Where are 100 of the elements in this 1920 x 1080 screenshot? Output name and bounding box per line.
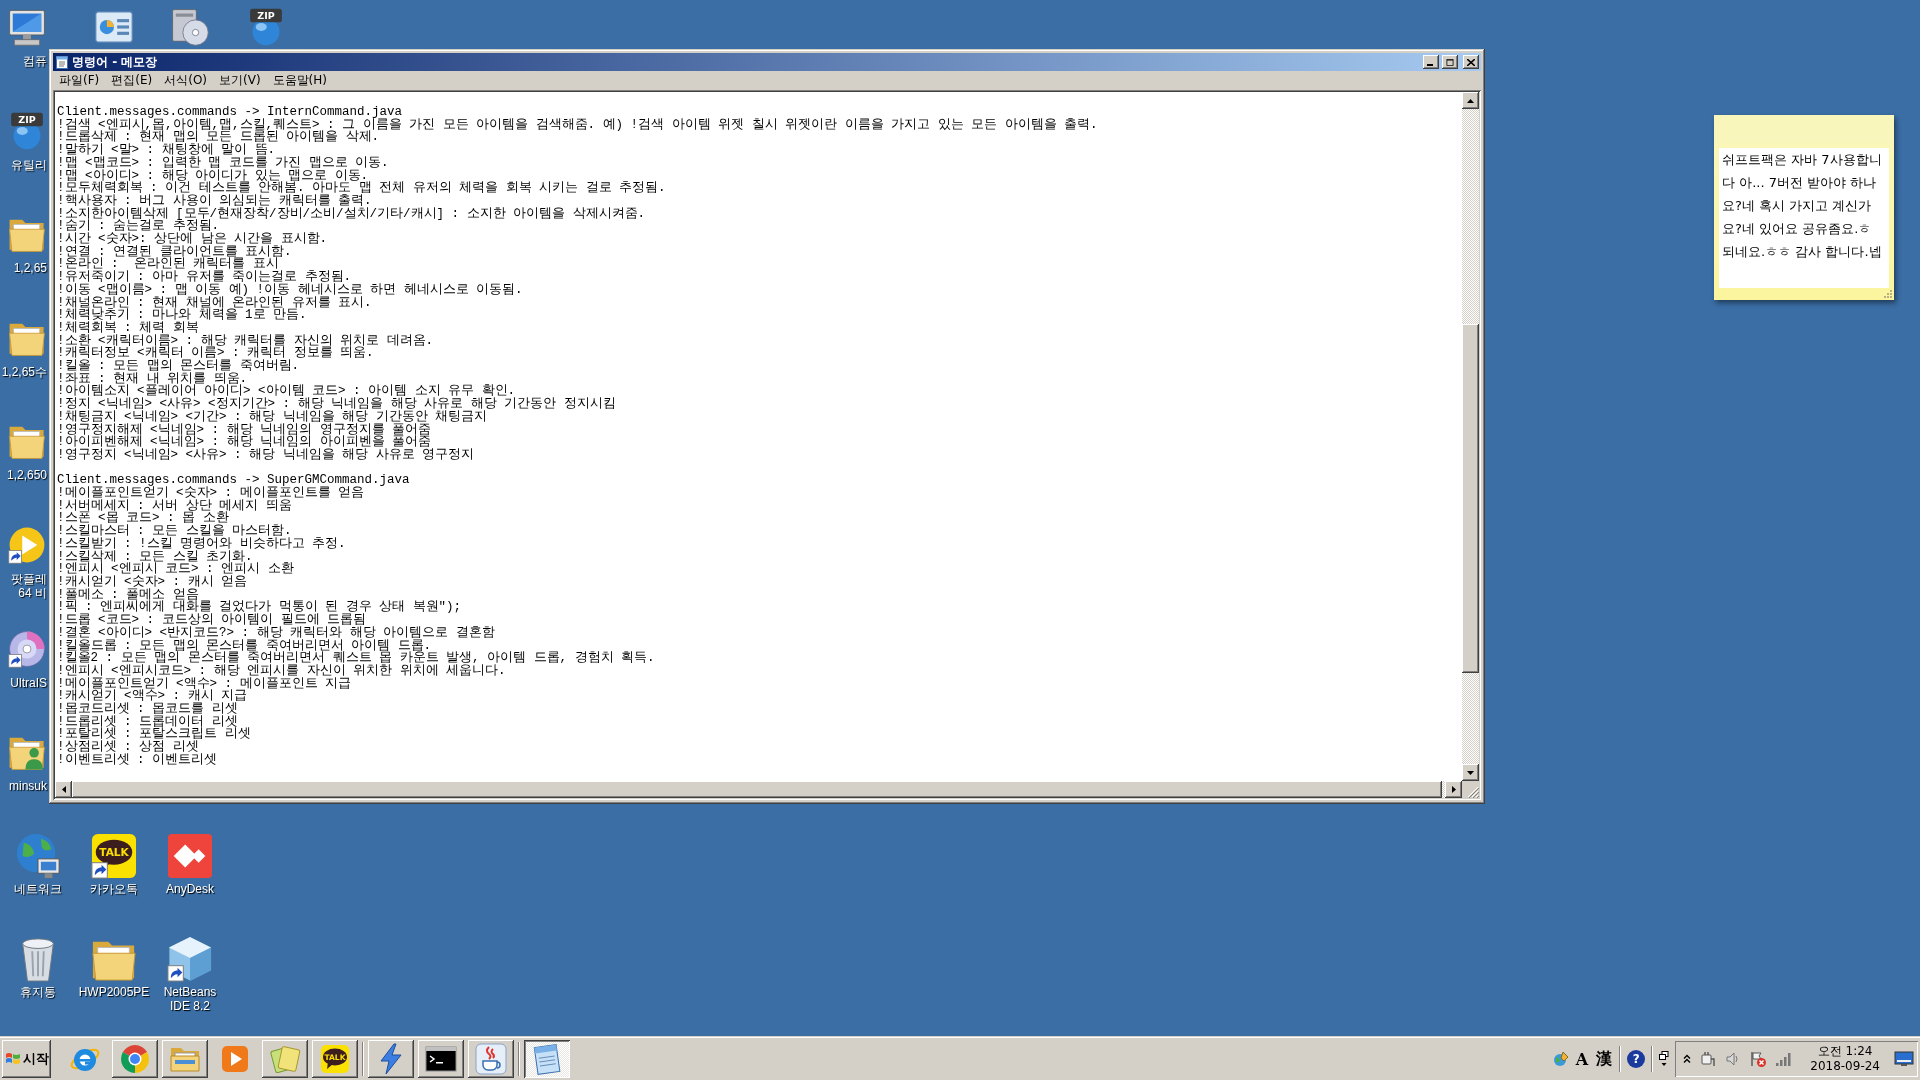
- signal-bars-icon[interactable]: [1775, 1051, 1792, 1067]
- text-line: !영구정지 <닉네임> <사유> : 해당 닉네임을 해당 사유로 영구정지: [57, 449, 475, 462]
- globe-icon[interactable]: [15, 832, 61, 879]
- terminal-icon: [425, 1043, 457, 1075]
- menu-item[interactable]: 도움말(H): [266, 71, 333, 90]
- maximize-icon: [1446, 58, 1454, 66]
- resize-grip-icon[interactable]: [1884, 290, 1892, 298]
- icon-label: 팟플레 64 비: [10, 571, 47, 600]
- disc-icon[interactable]: [8, 629, 46, 668]
- text-line: !정지 <닉네임> <사유> <정지기간> : 해당 닉네임을 해당 사유로 해당 기간동안 정지시킴: [57, 398, 616, 411]
- resize-grip-icon[interactable]: [1467, 786, 1479, 798]
- maximize-button[interactable]: [1442, 55, 1458, 69]
- up-arrow-icon: [1467, 98, 1474, 103]
- browser-icon: [119, 1043, 151, 1075]
- text-line: !엔피시 <엔피시 코드> : 엔피시 소환: [57, 563, 294, 576]
- note-field[interactable]: 쉬프트팩은 자바 7사용합니 다 아... 7버전 받아야 하나 요?네 혹시 가지고 계신가 요?네 있어요 공유좀요.ㅎ 되네요.ㅎㅎ 감사 합니다.넵: [1719, 148, 1889, 288]
- icon-label: 휴지통: [20, 985, 56, 1000]
- language-icon[interactable]: [1552, 1051, 1569, 1067]
- icon-label: UltraIS: [9, 675, 47, 690]
- menu-item[interactable]: 파일(F): [53, 71, 106, 90]
- cube-icon[interactable]: [167, 936, 213, 983]
- text-line: !영구정지해제 <닉네임> : 해당 닉네임의 영구정지를 풀어줌: [57, 423, 431, 437]
- text-line: !말하기 <말> : 채팅창에 말이 뜸.: [57, 144, 275, 157]
- down-arrow-icon: [1467, 770, 1474, 775]
- notepad-icon: [55, 55, 69, 69]
- icon-label: 1,2,650: [5, 468, 47, 483]
- text-line: !상점리셋 : 상점 리셋: [57, 741, 199, 754]
- left-arrow-icon: [61, 786, 66, 793]
- clock-time: 오전 1:24: [1817, 1044, 1873, 1059]
- scroll-down-button[interactable]: [1462, 764, 1479, 781]
- minimize-button[interactable]: [1423, 55, 1439, 69]
- scroll-left-button[interactable]: [55, 781, 72, 798]
- icon-label: 유틸리: [10, 157, 47, 172]
- text-line: !킬올2 : 모든 맵의 몬스터를 죽여버리면서 퀘스트 몹 카운트 발생, 아이템 드롭, 경험치 획득.: [57, 652, 655, 665]
- text-line: !킬올드롭 : 모든 맵의 몬스터를 죽여버리면서 아이템 드롭.: [57, 639, 431, 653]
- coffee-cup-icon: [475, 1043, 507, 1075]
- text-line: !유저죽이기 : 아마 유저를 죽이는걸로 추정됨.: [57, 271, 351, 284]
- disc-drive-icon[interactable]: [171, 8, 209, 46]
- text-line: !포탈리셋 : 포탈스크립트 리셋: [57, 728, 251, 742]
- window-title: 명령어 - 메모장: [72, 53, 158, 71]
- text-line: !킬올 : 모든 맵의 몬스터를 죽여버림.: [57, 360, 299, 373]
- text-line: !맵 <맵코드> : 입력한 맵 코드를 가진 맵으로 이동.: [57, 156, 389, 170]
- computer-icon[interactable]: [8, 8, 46, 46]
- chevron-up-icon[interactable]: [1683, 1054, 1692, 1064]
- hanja-button[interactable]: 漢: [1595, 1048, 1614, 1070]
- power-plug-icon[interactable]: [1700, 1051, 1717, 1067]
- restore-icon[interactable]: [1659, 1051, 1670, 1067]
- text-line: !결혼 <아이디> <반지코드?> : 해당 캐릭터와 해당 아이템으로 결혼함: [57, 626, 495, 640]
- scroll-thumb[interactable]: [72, 781, 1442, 798]
- taskbar-button[interactable]: [162, 1040, 208, 1078]
- play-icon: [219, 1043, 251, 1075]
- chart-panel-icon[interactable]: [95, 8, 133, 46]
- icon-label: 컴퓨: [22, 54, 47, 68]
- icon-label: 1,2,65수: [0, 364, 47, 379]
- taskbar-button[interactable]: [524, 1040, 570, 1078]
- text-line: !시간 <숫자>: 상단에 남은 시간을 표시함.: [57, 233, 327, 246]
- chat-bubble-icon[interactable]: TALK: [91, 832, 137, 879]
- close-icon: [1467, 58, 1475, 66]
- text-line: !엔피시 <엔피시코드> : 해당 엔피시를 자신이 위치한 위치에 세웁니다.: [57, 664, 506, 678]
- text-line: !몹코드리셋 : 몹코드를 리셋: [57, 703, 238, 716]
- monitor-icon: [1894, 1051, 1914, 1067]
- scroll-right-button[interactable]: [1445, 781, 1462, 798]
- text-line: !아이피벤해제 <닉네임> : 해당 닉네임의 아이피벤을 풀어줌: [57, 436, 431, 449]
- text-line: !캐시얻기 <액수> : 캐시 지급: [57, 690, 247, 704]
- play-icon[interactable]: [8, 525, 46, 564]
- close-button[interactable]: [1463, 55, 1479, 69]
- menu-item[interactable]: 편집(E): [105, 71, 159, 90]
- icon-label: 카카오톡: [90, 881, 138, 896]
- text-line: !핵사용자 : 버그 사용이 의심되는 캐릭터를 출력.: [57, 194, 372, 208]
- taskbar-button[interactable]: [468, 1040, 514, 1078]
- flag-error-icon[interactable]: [1750, 1051, 1767, 1067]
- menu-item[interactable]: 서식(O): [158, 71, 214, 90]
- text-line: !메이플포인트얻기 <숫자> : 메이플포인트를 얻음: [57, 487, 364, 500]
- windows-flag-icon: [5, 1051, 21, 1067]
- scroll-up-button[interactable]: [1462, 92, 1479, 109]
- icon-label: AnyDesk: [166, 881, 214, 896]
- taskbar-button[interactable]: [368, 1040, 414, 1078]
- menu-item[interactable]: 보기(V): [213, 71, 267, 90]
- clock-date: 2018-09-24: [1810, 1059, 1880, 1074]
- icon-label: minsuk: [8, 779, 47, 794]
- icon-label: 네트워크: [14, 881, 62, 896]
- scroll-thumb[interactable]: [1462, 324, 1479, 673]
- text-line: !이동 <맵이름> : 맵 이동 예) !이동 헤네시스로 하면 헤네시스로 이동됨.: [57, 283, 523, 297]
- start-button[interactable]: 시작: [2, 1040, 51, 1078]
- text-line: !드롭리셋 : 드롭데이터 리셋: [57, 715, 238, 729]
- taskbar-button[interactable]: [112, 1040, 158, 1078]
- icon-label: 1,2,65: [12, 261, 47, 276]
- help-button[interactable]: ?: [1627, 1050, 1646, 1068]
- text-line: Client.messages.commands -> InternCommand.java: [57, 106, 403, 119]
- right-arrow-icon: [1451, 786, 1456, 793]
- taskbar-button[interactable]: [418, 1040, 464, 1078]
- text-line: !스킬받기 : !스킬 명령어와 비슷하다고 추정.: [57, 537, 346, 551]
- taskbar-button[interactable]: [262, 1040, 308, 1078]
- text-line: !캐시얻기 <숫자> : 캐시 얻음: [57, 576, 247, 589]
- cards-icon: [269, 1043, 301, 1075]
- text-line: !체력낮추기 : 마나와 체력을 1로 만듬.: [57, 309, 307, 322]
- input-mode-button[interactable]: A: [1574, 1049, 1590, 1069]
- text-line: !숨기 : 숨는걸로 추정됨.: [57, 220, 219, 234]
- diamond-tile-icon[interactable]: [167, 832, 213, 879]
- text-line: !채팅금지 <닉네임> <기간> : 해당 닉네임을 해당 기간동안 채팅금지: [57, 410, 488, 424]
